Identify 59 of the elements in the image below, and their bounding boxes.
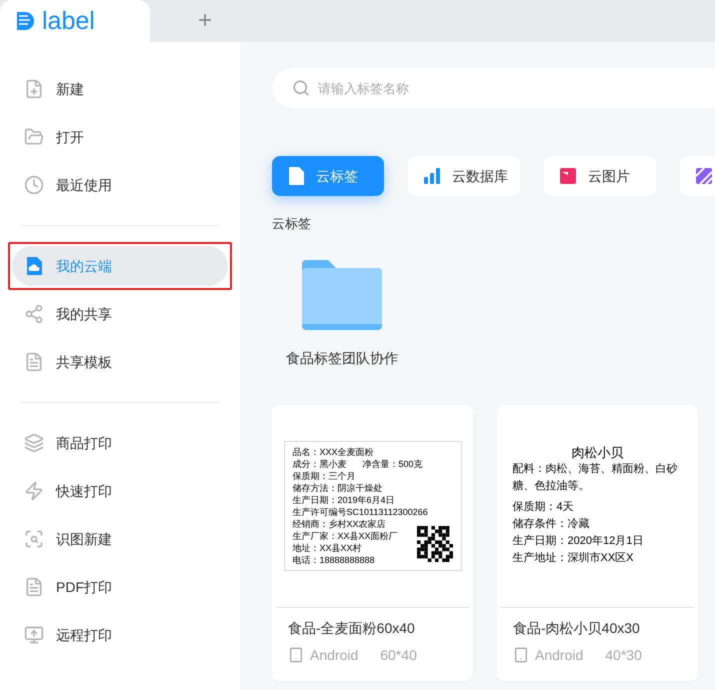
section-title: 云标签 bbox=[272, 215, 311, 233]
platform-text: Android bbox=[310, 646, 358, 664]
label-text: 电话：18888888888 bbox=[292, 554, 375, 566]
platform-text: Android bbox=[535, 646, 584, 664]
label-text: 生产日期：2020年12月1日 bbox=[512, 534, 644, 549]
sidebar-item[interactable]: 远程打印 bbox=[12, 615, 228, 655]
label-text: 经销商：乡村XX农家店 bbox=[292, 518, 386, 530]
label-text: 地址：XX县XX村 bbox=[292, 542, 362, 554]
template-name: 食品-全麦面粉60x40 bbox=[288, 618, 415, 638]
sidebar-item[interactable]: 最近使用 bbox=[12, 165, 228, 205]
sidebar-item[interactable]: 我的共享 bbox=[12, 294, 228, 334]
remote-icon bbox=[24, 625, 44, 645]
sidebar-item[interactable]: 快速打印 bbox=[12, 471, 228, 511]
label-text: 生产日期：2019年6月4日 bbox=[292, 494, 395, 506]
template-card[interactable]: 品名：XXX全麦面粉 成分：黑小麦 净含量：500克 保质期：三个月 储存方法：阴凉干燥处 生产日期：2019年6月4日 生产许可编号SC10113112300266 经销商：乡村XX农家店 生产厂家：XX县XX面粉厂 地址：XX县XX村 电话：18888888888 食品-全麦面粉60x40 Android 60*40 bbox=[272, 404, 473, 680]
search-field[interactable]: 请输入标签名称 bbox=[272, 68, 715, 108]
label-text: 保质期：4天 bbox=[512, 500, 575, 515]
template-icon bbox=[24, 352, 44, 372]
bar-chart-icon bbox=[424, 168, 440, 184]
template-card[interactable]: 肉松小贝 配料：肉松、海苔、精面粉、白砂糖、色拉油等。 保质期：4天 储存条件：冷藏 生产日期：2020年12月1日 生产地址：深圳市XX区X 食品-肉松小贝40x30 Android 40*30 bbox=[497, 404, 698, 680]
label-text: 净含量：500克 bbox=[362, 458, 423, 470]
label-text: 生产许可编号SC10113112300266 bbox=[292, 506, 428, 518]
logo-text: label bbox=[42, 8, 95, 34]
label-text: 保质期：三个月 bbox=[292, 470, 356, 482]
label-text: 成分：黑小麦 bbox=[292, 458, 346, 470]
sidebar-item[interactable]: 新建 bbox=[12, 69, 228, 109]
new-file-icon bbox=[24, 79, 44, 99]
category-tab[interactable]: 云图片 bbox=[544, 156, 656, 196]
scan-search-icon bbox=[24, 529, 44, 549]
size-text: 60*40 bbox=[380, 646, 417, 664]
label-text: 配料：肉松、海苔、精面粉、白砂糖、色拉油等。 bbox=[512, 462, 678, 494]
picture-icon bbox=[560, 168, 576, 184]
striped-square-icon bbox=[696, 168, 712, 184]
clock-icon bbox=[24, 175, 44, 195]
sidebar-item[interactable]: 识图新建 bbox=[12, 519, 228, 559]
category-tab[interactable]: 云数据库 bbox=[408, 156, 520, 196]
sidebar-item[interactable]: 共享模板 bbox=[12, 342, 228, 382]
sidebar-item[interactable]: PDF打印 bbox=[12, 567, 228, 607]
label-text: 储存方法：阴凉干燥处 bbox=[292, 482, 382, 494]
label-text: 生产厂家：XX县XX面粉厂 bbox=[292, 530, 398, 542]
size-text: 40*30 bbox=[605, 646, 642, 664]
stack-icon bbox=[24, 433, 44, 453]
folder-item[interactable]: 食品标签团队协作 bbox=[272, 260, 412, 368]
template-name: 食品-肉松小贝40x30 bbox=[513, 618, 640, 638]
pdf-icon bbox=[24, 577, 44, 597]
folder-icon bbox=[302, 260, 382, 330]
folder-icon bbox=[24, 127, 44, 147]
label-heading: 肉松小贝 bbox=[570, 444, 624, 461]
sidebar-item[interactable]: 商品打印 bbox=[12, 423, 228, 463]
lightning-icon bbox=[24, 481, 44, 501]
sidebar-item[interactable]: 打开 bbox=[12, 117, 228, 157]
search-icon bbox=[292, 79, 310, 97]
tablet-icon bbox=[513, 647, 529, 663]
tablet-icon bbox=[288, 647, 304, 663]
qr-code-drawing bbox=[416, 526, 452, 562]
label-text: 储存条件：冷藏 bbox=[512, 516, 590, 532]
label-text: 生产地址：深圳市XX区X bbox=[512, 550, 635, 566]
label-text: 品名：XXX全麦面粉 bbox=[292, 446, 374, 458]
share-icon bbox=[24, 304, 44, 324]
